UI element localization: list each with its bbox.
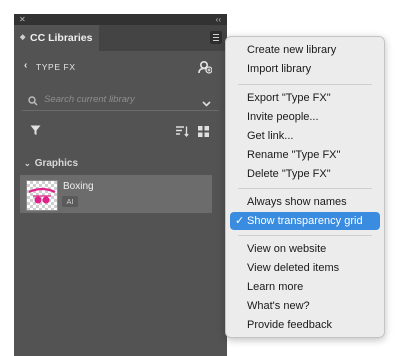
- menu-item-rename-library[interactable]: Rename "Type FX": [230, 146, 380, 164]
- sort-icon[interactable]: [176, 124, 189, 142]
- asset-type-badge: AI: [62, 196, 78, 207]
- menu-item-get-link[interactable]: Get link...: [230, 127, 380, 145]
- checkmark-icon: ✓: [235, 215, 245, 227]
- menu-item-learn-more[interactable]: Learn more: [230, 278, 380, 296]
- menu-item-view-on-website[interactable]: View on website: [230, 240, 380, 258]
- boxing-artwork-icon: [28, 187, 56, 204]
- library-toolbar: [14, 119, 227, 139]
- menu-divider: [238, 84, 372, 85]
- panel-tabbar: ◆ CC Libraries: [14, 25, 227, 51]
- menu-item-provide-feedback[interactable]: Provide feedback: [230, 316, 380, 334]
- menu-item-import-library[interactable]: Import library: [230, 60, 380, 78]
- menu-item-view-deleted-items[interactable]: View deleted items: [230, 259, 380, 277]
- library-context-menu: Create new library Import library Export…: [225, 36, 385, 338]
- asset-item[interactable]: Boxing AI: [20, 175, 212, 213]
- hamburger-menu-icon: [213, 34, 219, 35]
- asset-thumbnail: [26, 180, 58, 211]
- menu-item-delete-library[interactable]: Delete "Type FX": [230, 165, 380, 183]
- menu-item-always-show-names[interactable]: Always show names: [230, 193, 380, 211]
- menu-item-create-new-library[interactable]: Create new library: [230, 41, 380, 59]
- tab-cc-libraries[interactable]: ◆ CC Libraries: [14, 25, 99, 51]
- tab-reorder-icon: ◆: [20, 34, 26, 41]
- search-input[interactable]: [44, 91, 194, 107]
- menu-item-show-transparency-grid[interactable]: ✓ Show transparency grid: [230, 212, 380, 230]
- library-name[interactable]: TYPE FX: [36, 62, 76, 72]
- library-nav: ‹ TYPE FX: [14, 52, 227, 80]
- section-title: Graphics: [34, 158, 79, 169]
- section-header-graphics[interactable]: ⌄ Graphics: [24, 158, 78, 169]
- grid-view-icon[interactable]: [198, 124, 209, 142]
- panel-titlebar: ✕ ‹‹: [14, 14, 227, 25]
- menu-divider: [238, 188, 372, 189]
- menu-item-export-library[interactable]: Export "Type FX": [230, 89, 380, 107]
- panel-menu-button[interactable]: [210, 31, 222, 44]
- close-icon[interactable]: ✕: [19, 14, 26, 25]
- menu-item-whats-new[interactable]: What's new?: [230, 297, 380, 315]
- menu-divider: [238, 235, 372, 236]
- add-user-icon[interactable]: [198, 60, 213, 76]
- search-icon: [28, 93, 38, 111]
- asset-name: Boxing: [63, 181, 94, 192]
- chevron-down-icon[interactable]: [202, 94, 211, 112]
- tab-label: CC Libraries: [30, 32, 93, 44]
- library-search: [22, 88, 219, 111]
- menu-item-invite-people[interactable]: Invite people...: [230, 108, 380, 126]
- filter-icon[interactable]: [30, 123, 41, 141]
- cc-libraries-panel: ✕ ‹‹ ◆ CC Libraries ‹ TYPE FX Search cur…: [14, 14, 227, 356]
- double-chevron-icon[interactable]: ‹‹: [216, 14, 221, 25]
- disclosure-triangle-icon: ⌄: [24, 159, 31, 168]
- chevron-left-icon[interactable]: ‹: [24, 60, 28, 71]
